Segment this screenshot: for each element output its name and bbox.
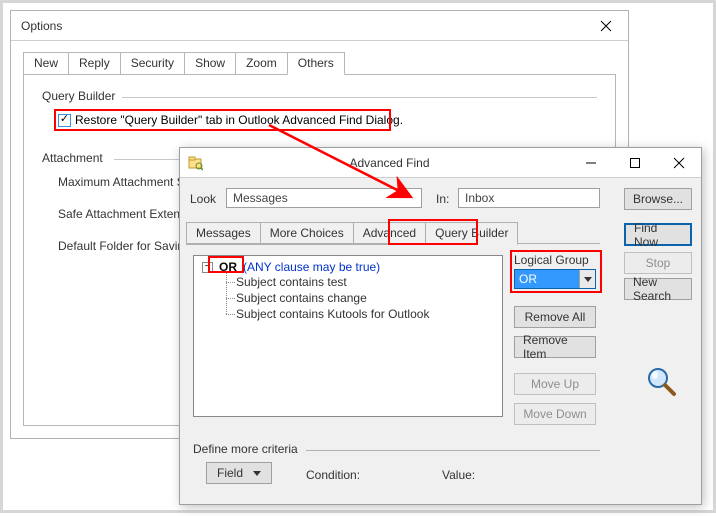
tree-root-row[interactable]: − OR (ANY clause may be true) — [202, 260, 494, 274]
options-tab-security[interactable]: Security — [120, 52, 185, 75]
advfind-tab-advanced[interactable]: Advanced — [353, 222, 426, 245]
options-tabbar: New Reply Security Show Zoom Others — [23, 53, 344, 75]
options-tab-show[interactable]: Show — [184, 52, 236, 75]
find-now-button[interactable]: Find Now — [624, 223, 692, 246]
advfind-tab-underline — [186, 243, 600, 244]
look-value: Messages — [233, 191, 288, 205]
advfind-tab-more-choices[interactable]: More Choices — [260, 222, 354, 245]
stop-button: Stop — [624, 252, 692, 274]
advanced-find-window: Advanced Find Look Messages In: Inbox Br… — [179, 147, 702, 505]
magnifier-icon — [646, 366, 678, 401]
logical-group-value: OR — [515, 270, 579, 288]
in-label: In: — [436, 192, 449, 206]
advfind-tab-query-builder[interactable]: Query Builder — [425, 222, 518, 245]
maximize-icon — [630, 158, 640, 168]
options-tab-new[interactable]: New — [23, 52, 69, 75]
tree-child-2[interactable]: Subject contains Kutools for Outlook — [236, 306, 494, 322]
tree-expander[interactable]: − — [202, 262, 213, 273]
advfind-title: Advanced Find — [210, 156, 569, 170]
remove-item-button[interactable]: Remove Item — [514, 336, 596, 358]
options-tab-reply[interactable]: Reply — [68, 52, 121, 75]
logical-group-select[interactable]: OR — [514, 269, 596, 289]
tree-child-0[interactable]: Subject contains test — [236, 274, 494, 290]
close-icon — [601, 21, 611, 31]
chevron-down-icon — [253, 471, 261, 476]
minimize-icon — [586, 158, 596, 168]
stage: Options New Reply Security Show Zoom Oth… — [0, 0, 716, 513]
attachment-legend: Attachment — [42, 151, 103, 165]
advfind-maximize-button[interactable] — [613, 148, 657, 177]
new-search-button[interactable]: New Search — [624, 278, 692, 300]
condition-label: Condition: — [306, 468, 360, 482]
query-builder-legend: Query Builder — [42, 89, 115, 103]
remove-all-button[interactable]: Remove All — [514, 306, 596, 328]
restore-query-builder-row[interactable]: ✓ Restore "Query Builder" tab in Outlook… — [58, 113, 403, 127]
look-label: Look — [190, 192, 216, 206]
field-dropdown-label: Field — [217, 466, 243, 480]
value-label: Value: — [442, 468, 475, 482]
options-tab-zoom[interactable]: Zoom — [235, 52, 288, 75]
options-tab-others[interactable]: Others — [287, 52, 345, 75]
options-titlebar: Options — [11, 11, 628, 41]
move-down-button: Move Down — [514, 403, 596, 425]
restore-query-builder-checkbox[interactable]: ✓ — [58, 114, 71, 127]
options-title: Options — [11, 19, 584, 33]
advfind-minimize-button[interactable] — [569, 148, 613, 177]
advfind-app-icon — [180, 155, 210, 171]
tree-child-1[interactable]: Subject contains change — [236, 290, 494, 306]
logical-group-label: Logical Group — [514, 253, 589, 267]
field-dropdown[interactable]: Field — [206, 462, 272, 484]
query-builder-line — [122, 97, 597, 98]
tree-root-op: OR — [217, 260, 239, 274]
in-value: Inbox — [465, 191, 494, 205]
close-icon — [674, 158, 684, 168]
advfind-body: Look Messages In: Inbox Browse... Find N… — [180, 178, 701, 504]
restore-query-builder-label: Restore "Query Builder" tab in Outlook A… — [75, 113, 403, 127]
browse-button[interactable]: Browse... — [624, 188, 692, 210]
define-more-label: Define more criteria — [193, 442, 298, 456]
checkmark-icon: ✓ — [60, 114, 69, 125]
advfind-titlebar: Advanced Find — [180, 148, 701, 178]
define-more-line — [306, 450, 600, 451]
advfind-tab-messages[interactable]: Messages — [186, 222, 261, 245]
chevron-down-icon — [584, 277, 592, 282]
look-dropdown[interactable]: Messages — [226, 188, 422, 208]
options-close-button[interactable] — [584, 11, 628, 40]
logical-group-caret — [579, 270, 595, 288]
advfind-tabbar: Messages More Choices Advanced Query Bui… — [186, 222, 517, 245]
tree-root-note: (ANY clause may be true) — [243, 260, 380, 274]
move-up-button: Move Up — [514, 373, 596, 395]
clause-tree[interactable]: − OR (ANY clause may be true) Subject co… — [193, 255, 503, 417]
advfind-close-button[interactable] — [657, 148, 701, 177]
in-field: Inbox — [458, 188, 600, 208]
